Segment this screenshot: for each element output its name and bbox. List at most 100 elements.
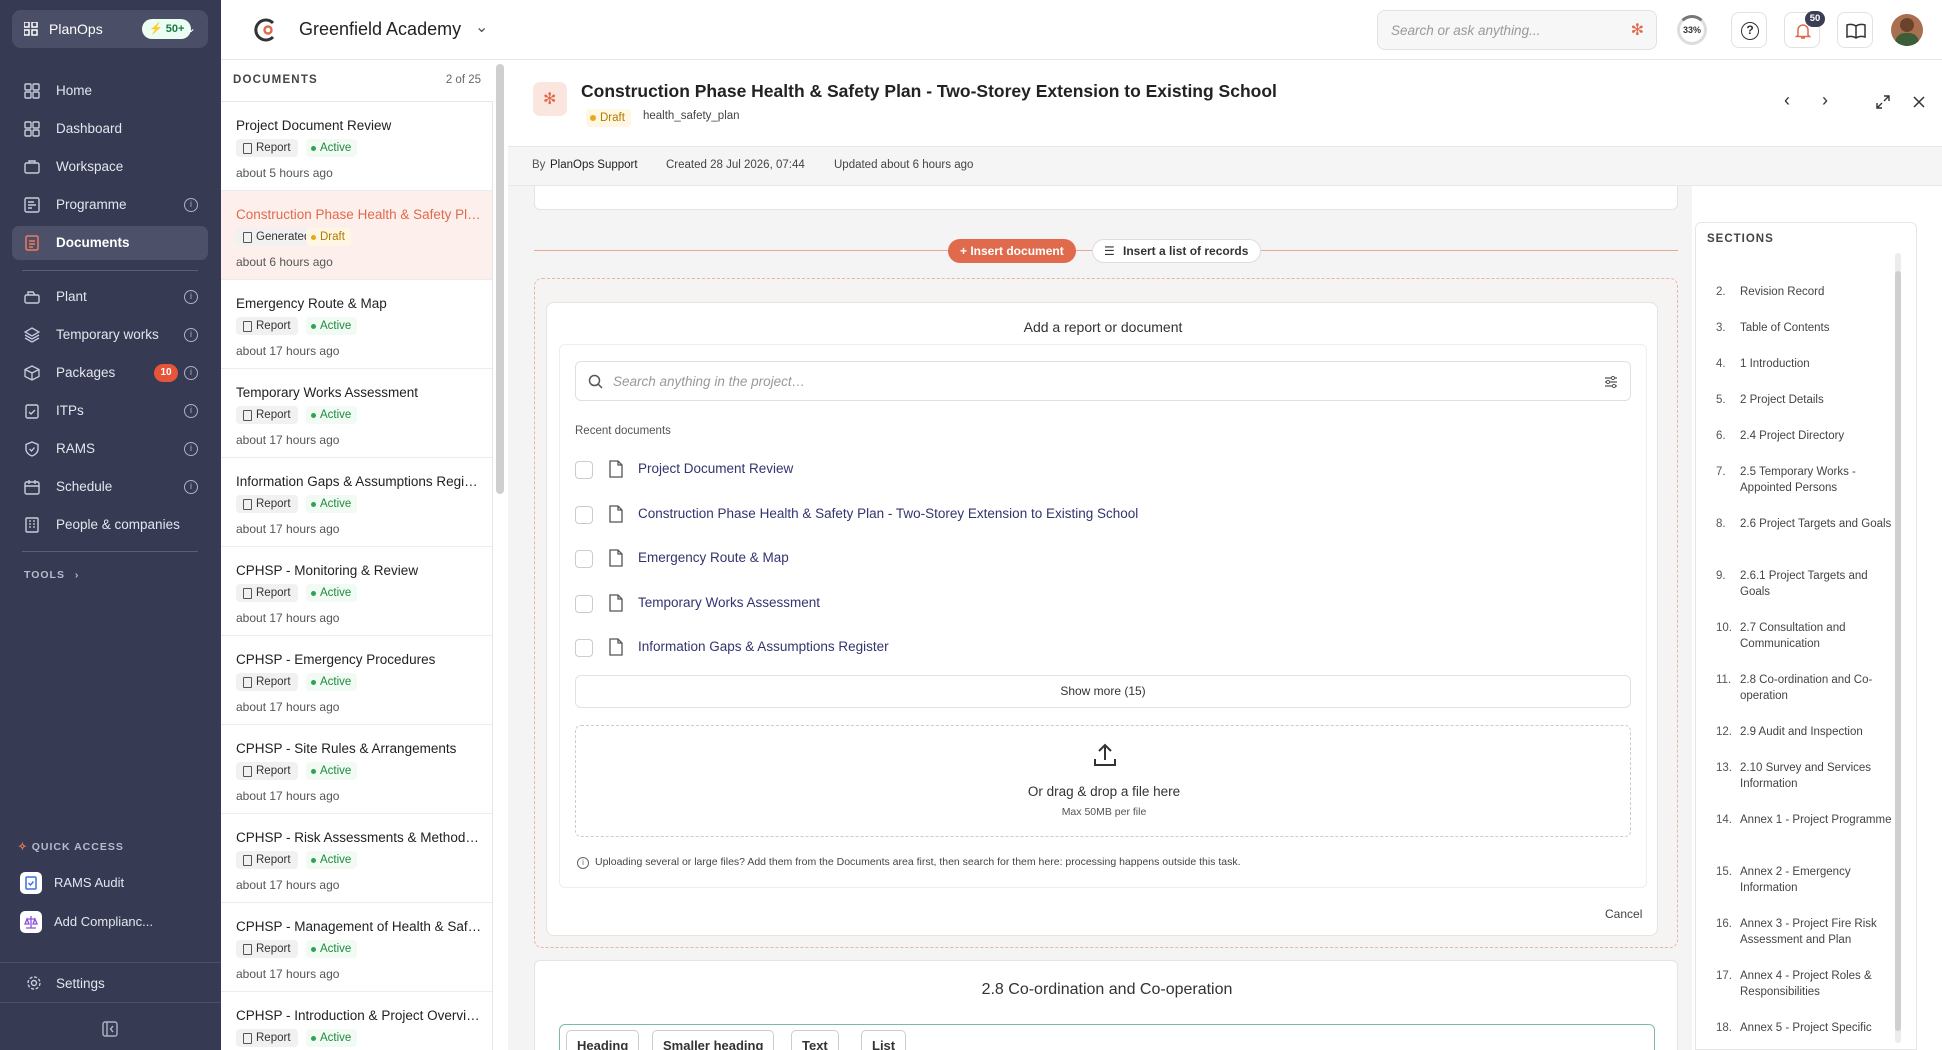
- info-icon[interactable]: i: [184, 198, 198, 212]
- section-title: 2.6.1 Project Targets and Goals: [1740, 570, 1868, 598]
- nav-workspace[interactable]: Workspace: [12, 150, 208, 184]
- sections-scrollbar[interactable]: [1895, 271, 1901, 1031]
- credits-badge[interactable]: ⚡ 50+: [142, 19, 192, 39]
- nav-documents[interactable]: Documents: [12, 226, 208, 260]
- section-link[interactable]: 14. Annex 1 - Project Programme: [1716, 812, 1902, 828]
- nav-temporary-works[interactable]: Temporary works i: [12, 318, 208, 352]
- section-link[interactable]: 11. 2.8 Co-ordination and Co-operation: [1716, 672, 1902, 702]
- progress-ring[interactable]: 33%: [1677, 15, 1707, 45]
- select-checkbox[interactable]: [575, 550, 593, 568]
- section-link[interactable]: 17. Annex 4 - Project Roles & Responsibil…: [1716, 968, 1902, 998]
- filter-icon[interactable]: [1604, 375, 1618, 389]
- document-list-row[interactable]: CPHSP - Emergency Procedures Report Active…: [221, 636, 492, 725]
- chevron-down-icon[interactable]: ⌄: [475, 17, 488, 37]
- toolbar-heading-button[interactable]: Heading: [566, 1030, 640, 1050]
- next-document-icon[interactable]: ›: [1822, 90, 1828, 111]
- toolbar-smaller-heading-button[interactable]: Smaller heading: [652, 1030, 775, 1050]
- select-checkbox[interactable]: [575, 639, 593, 657]
- nav-people-companies[interactable]: People & companies: [12, 508, 208, 542]
- show-more-button[interactable]: Show more (15): [575, 675, 1631, 708]
- insert-list-button[interactable]: ☰ Insert a list of records: [1092, 239, 1262, 263]
- section-link[interactable]: 15. Annex 2 - Emergency Information: [1716, 864, 1902, 894]
- section-title: Annex 1 - Project Programme: [1740, 814, 1892, 826]
- nav-packages[interactable]: Packages 10 i: [12, 356, 208, 390]
- section-link[interactable]: 18. Annex 5 - Project Specific: [1716, 1020, 1902, 1036]
- info-icon[interactable]: i: [184, 366, 198, 380]
- user-avatar[interactable]: [1891, 14, 1923, 46]
- quick-access-label: RAMS Audit: [54, 875, 125, 890]
- recent-document-item[interactable]: Project Document Review: [567, 449, 1579, 489]
- info-icon[interactable]: i: [184, 328, 198, 342]
- ai-sparkle-icon[interactable]: ✻: [1631, 20, 1644, 40]
- document-list-row[interactable]: CPHSP - Risk Assessments & Method Statem…: [221, 814, 492, 903]
- collapse-sidebar-icon[interactable]: [102, 1021, 118, 1037]
- guide-button[interactable]: [1837, 12, 1873, 48]
- section-link[interactable]: 12. 2.9 Audit and Inspection: [1716, 724, 1902, 740]
- nav-schedule[interactable]: Schedule i: [12, 470, 208, 504]
- section-link[interactable]: 8. 2.6 Project Targets and Goals: [1716, 516, 1902, 532]
- close-icon[interactable]: [1913, 96, 1925, 108]
- file-drop-area[interactable]: Or drag & drop a file here Max 50MB per …: [575, 725, 1631, 837]
- info-icon[interactable]: i: [184, 442, 198, 456]
- info-icon[interactable]: i: [184, 404, 198, 418]
- document-list-row[interactable]: Emergency Route & Map Report Active about 1…: [221, 280, 492, 369]
- info-icon[interactable]: i: [184, 480, 198, 494]
- section-title: Annex 3 - Project Fire Risk Assessment a…: [1740, 918, 1877, 946]
- section-link[interactable]: 16. Annex 3 - Project Fire Risk Assessmen…: [1716, 916, 1902, 946]
- document-type-tag: Report: [236, 406, 298, 424]
- recent-document-item[interactable]: Temporary Works Assessment: [567, 583, 1579, 623]
- previous-document-icon[interactable]: ‹: [1784, 90, 1790, 111]
- document-row-time: about 17 hours ago: [236, 789, 340, 803]
- insert-document-button[interactable]: + Insert document: [948, 239, 1076, 263]
- recent-document-item[interactable]: Emergency Route & Map: [567, 538, 1579, 578]
- nav-itps[interactable]: ITPs i: [12, 394, 208, 428]
- nav-programme[interactable]: Programme i: [12, 188, 208, 222]
- section-link[interactable]: 6. 2.4 Project Directory: [1716, 428, 1902, 444]
- toolbar-list-button[interactable]: List: [861, 1030, 907, 1050]
- section-link[interactable]: 10. 2.7 Consultation and Communication: [1716, 620, 1902, 650]
- document-list-row[interactable]: Project Document Review Report Active about…: [221, 102, 492, 191]
- nav-label: Schedule: [56, 479, 113, 494]
- toolbar-text-button[interactable]: Text: [791, 1030, 839, 1050]
- recent-document-item[interactable]: Construction Phase Health & Safety Plan …: [567, 494, 1579, 534]
- nav-rams[interactable]: RAMS i: [12, 432, 208, 466]
- document-list-row[interactable]: CPHSP - Introduction & Project Overview R…: [221, 992, 492, 1050]
- nav-dashboard[interactable]: Dashboard: [12, 112, 208, 146]
- select-checkbox[interactable]: [575, 461, 593, 479]
- nav-home[interactable]: Home: [12, 74, 208, 108]
- project-name[interactable]: Greenfield Academy: [299, 19, 461, 40]
- section-link[interactable]: 2. Revision Record: [1716, 284, 1902, 300]
- section-link[interactable]: 5. 2 Project Details: [1716, 392, 1902, 408]
- nav-settings[interactable]: Settings: [12, 958, 208, 992]
- document-list-row[interactable]: Construction Phase Health & Safety Plan …: [221, 191, 492, 280]
- document-list-row[interactable]: CPHSP - Monitoring & Review Report Active a…: [221, 547, 492, 636]
- tools-section-toggle[interactable]: TOOLS ›: [24, 569, 79, 581]
- cancel-button[interactable]: Cancel: [1605, 907, 1642, 921]
- nav-label: Programme: [56, 197, 127, 212]
- section-link[interactable]: 4. 1 Introduction: [1716, 356, 1902, 372]
- notifications-button[interactable]: 50: [1784, 11, 1825, 48]
- help-button[interactable]: ?: [1731, 12, 1767, 48]
- select-checkbox[interactable]: [575, 505, 593, 524]
- info-icon[interactable]: i: [184, 290, 198, 304]
- document-list-row[interactable]: CPHSP - Site Rules & Arrangements Report A…: [221, 725, 492, 814]
- document-list-row[interactable]: Information Gaps & Assumptions Register R…: [221, 458, 492, 547]
- document-status-badge: Active: [306, 406, 358, 424]
- document-list-row[interactable]: Temporary Works Assessment Report Active ab…: [221, 369, 492, 458]
- expand-icon[interactable]: [1876, 95, 1890, 109]
- select-checkbox[interactable]: [575, 594, 593, 613]
- section-number: 11.: [1716, 674, 1732, 686]
- global-search-input[interactable]: Search or ask anything... ✻: [1377, 10, 1657, 50]
- section-link[interactable]: 3. Table of Contents: [1716, 320, 1902, 336]
- documents-list-scrollbar[interactable]: [496, 64, 504, 494]
- project-search-input[interactable]: Search anything in the project…: [575, 361, 1631, 401]
- section-link[interactable]: 13. 2.10 Survey and Services Information: [1716, 760, 1902, 790]
- document-list-row[interactable]: CPHSP - Management of Health & Safety Rep…: [221, 903, 492, 992]
- section-link[interactable]: 7. 2.5 Temporary Works - Appointed Person…: [1716, 464, 1902, 494]
- nav-plant[interactable]: Plant i: [12, 280, 208, 314]
- recent-document-item[interactable]: Information Gaps & Assumptions Register: [567, 627, 1579, 667]
- workspace-switcher[interactable]: PlanOps ⚡ 50+ ⌄: [12, 10, 208, 48]
- quick-access-rams-audit[interactable]: RAMS Audit: [20, 868, 200, 896]
- section-link[interactable]: 9. 2.6.1 Project Targets and Goals: [1716, 568, 1902, 598]
- quick-access-add-compliance[interactable]: Add Complianc...: [20, 907, 200, 935]
